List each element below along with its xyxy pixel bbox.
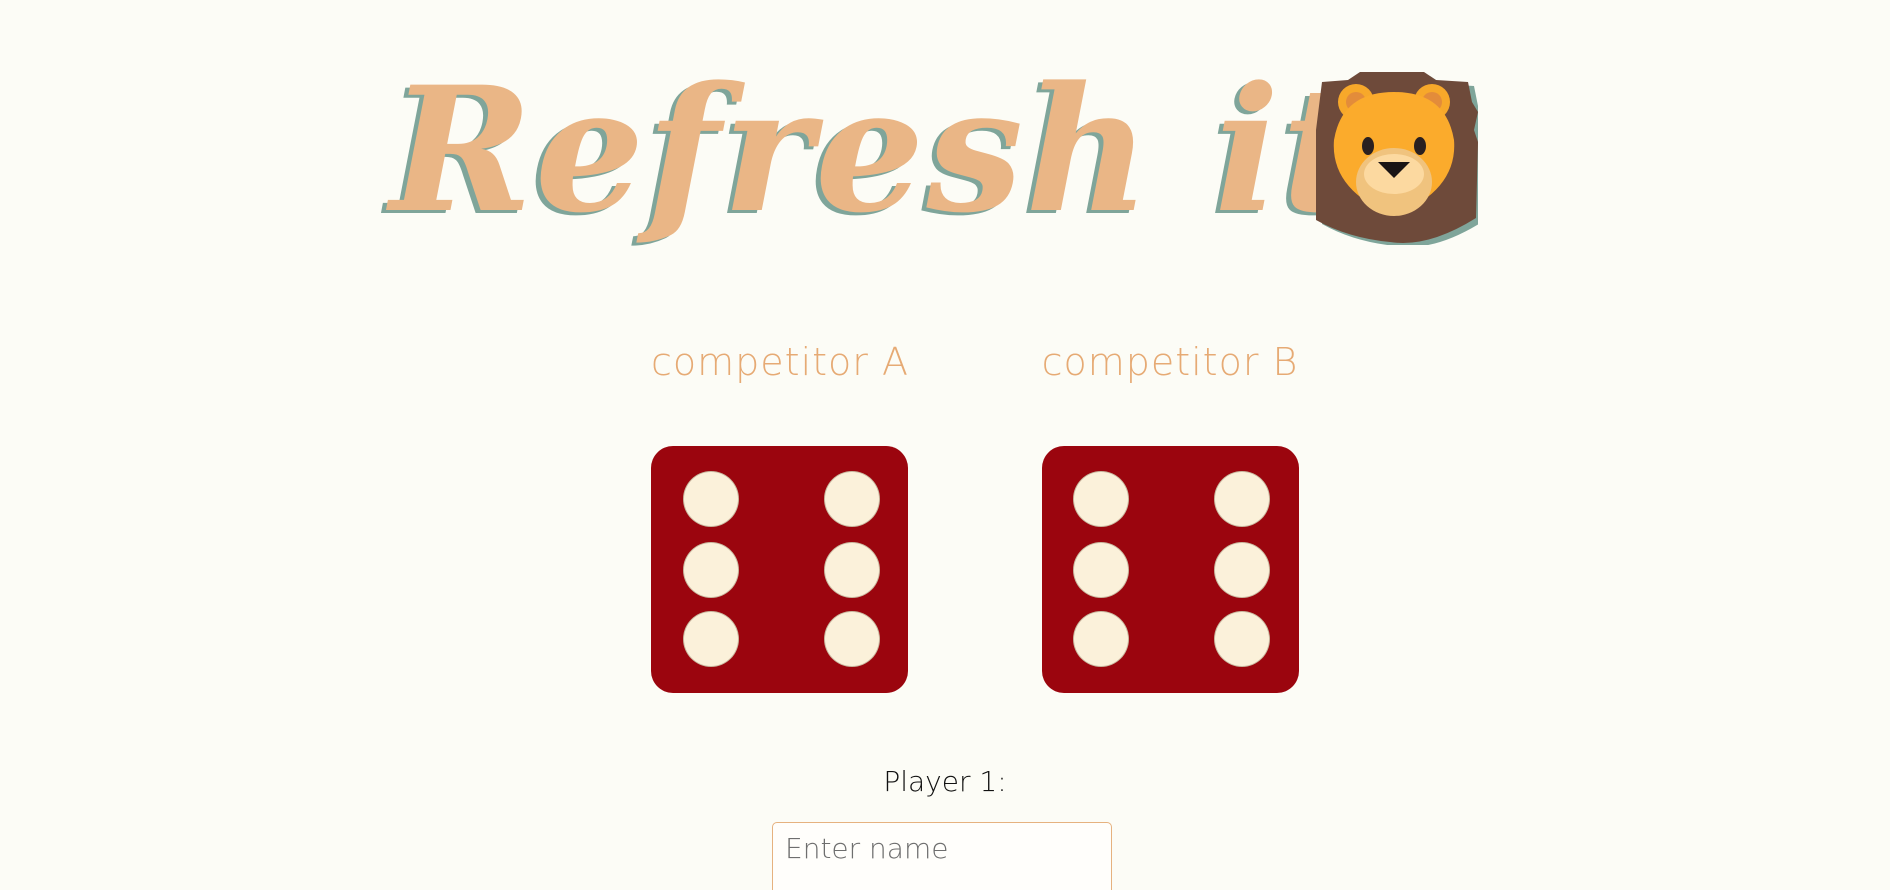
die-competitor-b	[1042, 446, 1299, 693]
die-pip	[825, 612, 879, 666]
die-pip	[1215, 472, 1269, 526]
die-pip	[1074, 543, 1128, 597]
die-pip	[1074, 472, 1128, 526]
page-title: Refresh it	[390, 48, 1363, 251]
die-pip	[825, 472, 879, 526]
die-pip	[1215, 612, 1269, 666]
die-pip	[684, 472, 738, 526]
lion-face-icon	[1316, 72, 1478, 245]
competitor-b-label: competitor B	[1041, 340, 1299, 384]
die-pip	[825, 543, 879, 597]
die-pip	[684, 543, 738, 597]
player-1-label: Player 1:	[883, 765, 1007, 798]
player-name-input[interactable]	[772, 822, 1112, 890]
die-pip	[684, 612, 738, 666]
die-competitor-a	[651, 446, 908, 693]
title-row: Refresh it	[0, 55, 1890, 255]
die-pip	[1215, 543, 1269, 597]
die-pip	[1074, 612, 1128, 666]
game-page: Refresh it competitor A competitor B Pla…	[0, 0, 1890, 890]
competitor-a-label: competitor A	[651, 340, 909, 384]
